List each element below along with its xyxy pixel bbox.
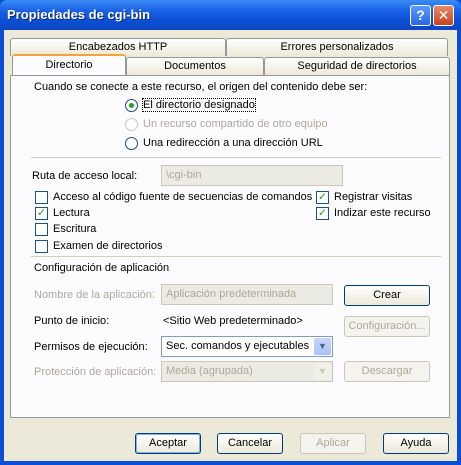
configuration-button[interactable]: Configuración... bbox=[344, 316, 430, 337]
radio-shared-resource-label[interactable]: Un recurso compartido de otro equipo bbox=[143, 118, 328, 130]
checkbox-index-resource-label[interactable]: Indizar este recurso bbox=[334, 207, 431, 219]
checkbox-directory-browsing-label[interactable]: Examen de directorios bbox=[53, 240, 162, 252]
chevron-down-icon[interactable]: ▼ bbox=[314, 363, 331, 380]
checkbox-write-label[interactable]: Escritura bbox=[53, 223, 96, 235]
title-bar[interactable]: Propiedades de cgi-bin ? ✕ bbox=[0, 0, 461, 30]
local-path-field[interactable]: \cgi-bin bbox=[161, 165, 343, 186]
exec-perms-value: Sec. comandos y ejecutables bbox=[166, 340, 310, 352]
local-path-label: Ruta de acceso local: bbox=[32, 170, 138, 182]
tab-seguridad-directorios[interactable]: Seguridad de directorios bbox=[264, 57, 450, 75]
create-button[interactable]: Crear bbox=[344, 285, 430, 306]
radio-designated-directory[interactable] bbox=[125, 99, 138, 112]
app-protection-value: Media (agrupada) bbox=[166, 365, 253, 377]
app-name-field[interactable]: Aplicación predeterminada bbox=[161, 284, 333, 305]
help-icon[interactable]: ? bbox=[410, 5, 431, 26]
checkbox-script-source-access[interactable] bbox=[35, 191, 48, 204]
checkbox-read[interactable]: ✓ bbox=[35, 207, 48, 220]
dialog-client: Encabezados HTTP Errores personalizados … bbox=[4, 30, 457, 461]
window-title: Propiedades de cgi-bin bbox=[7, 7, 151, 22]
exec-perms-label: Permisos de ejecución: bbox=[34, 341, 148, 353]
app-protection-select[interactable]: Media (agrupada) ▼ bbox=[161, 361, 333, 382]
app-config-heading: Configuración de aplicación bbox=[34, 262, 170, 274]
help-button[interactable]: Ayuda bbox=[383, 433, 449, 454]
radio-selected-dot bbox=[129, 103, 134, 108]
start-point-value: <Sitio Web predeterminado> bbox=[163, 315, 303, 327]
radio-designated-directory-label[interactable]: El directorio designado bbox=[142, 98, 256, 112]
tab-errores-personalizados[interactable]: Errores personalizados bbox=[226, 38, 448, 56]
start-point-label: Punto de inicio: bbox=[34, 315, 110, 327]
checkbox-directory-browsing[interactable] bbox=[35, 240, 48, 253]
tab-directorio[interactable]: Directorio bbox=[12, 54, 126, 75]
chevron-down-icon[interactable]: ▼ bbox=[314, 338, 331, 355]
apply-button[interactable]: Aplicar bbox=[300, 433, 366, 454]
close-icon[interactable]: ✕ bbox=[433, 5, 454, 26]
checkbox-log-visits[interactable]: ✓ bbox=[316, 191, 329, 204]
app-protection-label: Protección de aplicación: bbox=[34, 366, 157, 378]
ok-button[interactable]: Aceptar bbox=[135, 433, 201, 454]
separator bbox=[31, 157, 441, 158]
radio-url-redirect[interactable] bbox=[125, 137, 138, 150]
tab-documentos[interactable]: Documentos bbox=[126, 57, 264, 75]
checkbox-write[interactable] bbox=[35, 223, 48, 236]
exec-perms-select[interactable]: Sec. comandos y ejecutables ▼ bbox=[161, 336, 333, 357]
checkbox-script-source-access-label[interactable]: Acceso al código fuente de secuencias de… bbox=[53, 191, 312, 203]
checkbox-read-label[interactable]: Lectura bbox=[53, 207, 90, 219]
radio-url-redirect-label[interactable]: Una redirección a una dirección URL bbox=[143, 137, 323, 149]
separator bbox=[31, 256, 441, 257]
tab-panel-directorio: Cuando se conecte a este recurso, el ori… bbox=[10, 75, 450, 418]
checkbox-log-visits-label[interactable]: Registrar visitas bbox=[334, 191, 412, 203]
content-source-prompt: Cuando se conecte a este recurso, el ori… bbox=[34, 81, 368, 93]
unload-button[interactable]: Descargar bbox=[344, 361, 430, 382]
properties-window: Propiedades de cgi-bin ? ✕ Encabezados H… bbox=[0, 0, 461, 465]
radio-shared-resource[interactable] bbox=[125, 118, 138, 131]
cancel-button[interactable]: Cancelar bbox=[217, 433, 283, 454]
app-name-label: Nombre de la aplicación: bbox=[34, 289, 156, 301]
checkbox-index-resource[interactable]: ✓ bbox=[316, 207, 329, 220]
